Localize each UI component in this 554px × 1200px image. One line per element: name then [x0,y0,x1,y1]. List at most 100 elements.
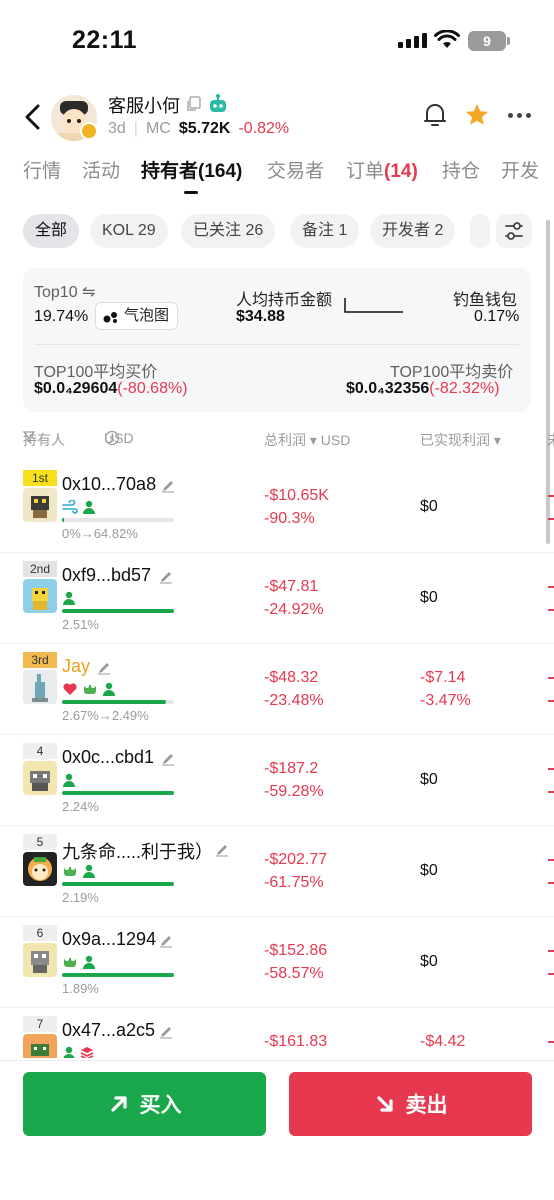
market-cap-change: -0.82% [238,120,290,137]
holder-row[interactable]: 3rd Jay 2.67%→2.49% -$48.32 -23.48% -$7.… [0,644,554,735]
holding-bar [62,973,174,977]
market-cap-value: $5.72K [178,120,231,137]
tab-market[interactable]: 行情 [23,156,61,183]
tab-orders[interactable]: 订单(14) [346,156,418,183]
battery-tip [507,37,510,45]
holder-address[interactable]: 0x9a...1294 [62,929,156,950]
holder-row[interactable]: 5 九条命.....利于我） 2.19% -$202.77 -61.75% $0 [0,826,554,917]
buy-label: 买入 [139,1094,182,1117]
battery-icon: 9 [468,31,506,51]
avg-sell-change: (-82.32%) [429,380,500,397]
usd-toggle[interactable]: USD $ [104,430,134,446]
holder-address[interactable]: 0x47...a2c5 [62,1020,155,1041]
sell-button[interactable]: 卖出 [289,1072,532,1136]
holder-row[interactable]: 6 0x9a...1294 1.89% -$152.86 -58.57% $0 [0,917,554,1008]
realized-pnl-header[interactable]: 已实现利润 ▾ [420,430,501,450]
more-options-icon[interactable] [508,113,531,118]
rank-badge: 6 [23,925,57,941]
holding-bar-fill [62,791,174,795]
rank-badge: 1st [23,470,57,486]
total-pnl-percent: -24.92% [264,601,324,618]
holder-address[interactable]: 九条命.....利于我） [62,838,213,864]
next-column-marker [548,495,554,497]
filter-chips: 全部 KOL 29 已关注 26 备注 1 开发者 2 [0,214,554,250]
status-bar: 22:11 9 [0,0,554,80]
holder-address[interactable]: 0x0c...cbd1 [62,747,154,768]
holder-address[interactable]: 0x10...70a8 [62,474,156,495]
realized-pnl: -$4.42 [420,1033,466,1050]
sliders-icon [505,222,523,240]
edit-pencil-icon[interactable] [158,933,174,949]
top10-value: 19.74% [34,308,89,325]
filter-settings-button[interactable] [496,214,532,248]
tab-positions[interactable]: 持仓 [442,156,480,183]
edit-pencil-icon[interactable] [214,842,230,858]
holder-address[interactable]: Jay [62,656,90,677]
bubble-icon [103,312,117,323]
holding-bar [62,791,174,795]
buy-button[interactable]: 买入 [23,1072,266,1136]
holder-header-label: 持有人 [23,432,65,448]
next-column-header[interactable]: 未 [547,430,554,450]
user-icon [83,955,95,969]
realized-pnl: -$7.14 [420,669,466,686]
total-pnl-percent: -58.57% [264,965,324,982]
filter-more-chip[interactable] [470,214,490,248]
robot-icon[interactable] [207,93,229,115]
holder-tags [62,955,96,969]
total-pnl-header[interactable]: 总利润 ▾ USD [264,430,350,450]
filter-all[interactable]: 全部 [23,214,80,248]
top10-label[interactable]: Top10 ⇋ [34,282,95,302]
holding-percent: 2.51% [62,617,99,632]
total-pnl: -$48.32 [264,669,319,686]
meta-separator: | [133,120,138,137]
holder-tags [62,864,96,878]
filter-notes[interactable]: 备注 1 [290,214,360,248]
next-column-marker [548,950,554,952]
favorite-star-icon[interactable] [464,102,490,128]
edit-pencil-icon[interactable] [160,751,176,767]
total-pnl: -$47.81 [264,578,319,595]
edit-pencil-icon[interactable] [158,569,174,585]
holder-row[interactable]: 2nd 0xf9...bd57 2.51% -$47.81 -24.92% $0 [0,553,554,644]
bubble-map-button[interactable]: 气泡图 [95,302,179,330]
token-meta: 3d | MC $5.72K -0.82% [108,120,289,138]
tab-bar: 行情 活动 持有者(164) 交易者 订单(14) 持仓 开发 [0,156,554,196]
wifi-icon [434,30,460,48]
bell-icon[interactable] [423,102,447,128]
active-tab-indicator [184,191,198,194]
user-icon [83,500,95,514]
back-arrow-icon[interactable] [20,102,46,132]
holder-tags [62,773,76,787]
tab-activity[interactable]: 活动 [82,156,120,183]
next-column-marker [548,700,554,702]
holder-tags [62,591,76,605]
holding-bar-fill [62,700,167,704]
copy-icon[interactable] [186,96,202,112]
tab-holders[interactable]: 持有者(164) [141,156,242,183]
tab-traders[interactable]: 交易者 [267,156,324,183]
filter-kol[interactable]: KOL 29 [90,214,168,248]
rank-badge: 7 [23,1016,57,1032]
rank-badge: 2nd [23,561,57,577]
edit-pencil-icon[interactable] [158,1024,174,1040]
token-title: 客服小何 [108,96,180,116]
frog-icon [64,957,76,967]
arrow-up-right-icon [110,1096,127,1112]
holder-avatar [23,943,57,977]
holder-column-header[interactable]: 持有人 [22,430,65,448]
filter-devs[interactable]: 开发者 2 [370,214,456,248]
holders-list: 1st 0x10...70a8 0%→64.82% -$10.65K -90.3… [0,462,554,1058]
holder-address[interactable]: 0xf9...bd57 [62,565,151,586]
next-column-marker [548,1041,554,1043]
filter-followed[interactable]: 已关注 26 [181,214,276,248]
holder-row[interactable]: 1st 0x10...70a8 0%→64.82% -$10.65K -90.3… [0,462,554,553]
holder-row[interactable]: 7 0x47...a2c5 -$161.83 -$4.42 [0,1008,554,1058]
total-pnl: -$152.86 [264,942,328,959]
tab-dev[interactable]: 开发 [501,156,539,183]
edit-pencil-icon[interactable] [160,478,176,494]
holder-row[interactable]: 4 0x0c...cbd1 2.24% -$187.2 -59.28% $0 [0,735,554,826]
edit-pencil-icon[interactable] [96,660,112,676]
holder-avatar [23,761,57,795]
total-pnl: -$202.77 [264,851,328,868]
